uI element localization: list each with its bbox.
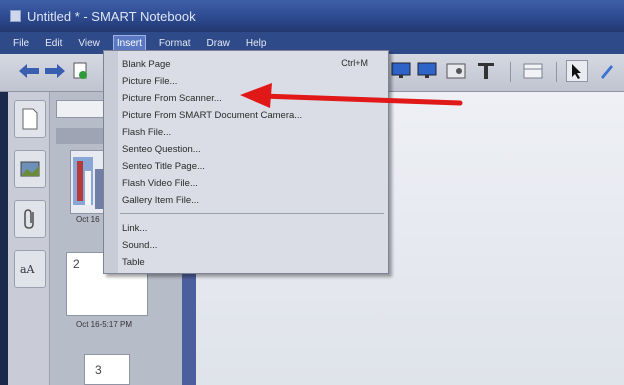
- menu-edit[interactable]: Edit: [42, 36, 65, 51]
- monitor-icon: [417, 62, 437, 78]
- menu-item-flash-video-file[interactable]: Flash Video File...: [122, 176, 198, 190]
- text-tool-icon: [478, 63, 494, 79]
- full-screen-button[interactable]: [416, 60, 438, 82]
- menu-item-label: Senteo Question...: [122, 143, 201, 155]
- add-page-icon: [73, 62, 87, 79]
- menu-item-label: Blank Page: [122, 58, 171, 70]
- window-title: Untitled * - SMART Notebook: [27, 8, 196, 24]
- menu-item-label: Picture From Scanner...: [122, 92, 222, 104]
- arrow-right-icon: [45, 64, 65, 78]
- menu-item-label: Picture File...: [122, 75, 178, 87]
- menu-help[interactable]: Help: [243, 36, 270, 51]
- menu-item-flash-file[interactable]: Flash File...: [122, 125, 171, 139]
- pen-icon: [601, 65, 613, 79]
- title-bar: Untitled * - SMART Notebook: [0, 0, 624, 32]
- gallery-tab[interactable]: [14, 150, 46, 188]
- page-number: 3: [95, 363, 102, 377]
- menu-view[interactable]: View: [75, 36, 103, 51]
- page-date-label: Oct 16: [76, 215, 100, 224]
- forward-button[interactable]: [44, 60, 66, 82]
- select-tool-button[interactable]: [566, 60, 588, 82]
- menu-item-table[interactable]: Table: [122, 255, 145, 269]
- menu-item-senteo-title-page[interactable]: Senteo Title Page...: [122, 159, 205, 173]
- menu-insert[interactable]: Insert: [112, 34, 146, 52]
- toolbar-separator: [556, 62, 557, 82]
- image-icon: [20, 161, 40, 177]
- menu-item-label: Link...: [122, 222, 148, 234]
- table-button[interactable]: [522, 60, 544, 82]
- paperclip-icon: [24, 209, 34, 229]
- menu-file[interactable]: File: [10, 36, 32, 51]
- menu-item-label: Table: [122, 256, 145, 268]
- arrow-left-icon: [19, 64, 39, 78]
- menu-item-picture-file[interactable]: Picture File...: [122, 74, 177, 88]
- menu-item-label: Senteo Title Page...: [122, 160, 205, 172]
- menu-item-label: Gallery Item File...: [122, 194, 200, 206]
- properties-icon: aA: [20, 263, 36, 276]
- menu-item-sound[interactable]: Sound...: [122, 238, 157, 252]
- table-icon: [523, 63, 543, 79]
- shortcut-label: Ctrl+M: [341, 58, 368, 68]
- pen-tool-button[interactable]: [596, 60, 618, 82]
- screen-shade-button[interactable]: [390, 60, 412, 82]
- properties-tab[interactable]: aA: [14, 250, 46, 288]
- page-sorter-tab[interactable]: [14, 100, 46, 138]
- menu-separator: [120, 213, 384, 214]
- menu-item-picture-from-camera[interactable]: Picture From SMART Document Camera...: [122, 108, 302, 122]
- menu-item-link[interactable]: Link...: [122, 221, 147, 235]
- page-number: 2: [73, 257, 80, 271]
- page-thumbnail-3[interactable]: 3: [84, 354, 130, 385]
- page-date-label: Oct 16-5:17 PM: [76, 320, 133, 329]
- insert-menu-dropdown: Blank Page Ctrl+M Picture File... Pictur…: [103, 50, 389, 274]
- menu-item-picture-from-scanner[interactable]: Picture From Scanner...: [122, 91, 222, 105]
- menu-item-label: Picture From SMART Document Camera...: [122, 109, 303, 121]
- svg-text:aA: aA: [20, 263, 36, 276]
- menu-item-senteo-question[interactable]: Senteo Question...: [122, 142, 201, 156]
- page-icon: [22, 108, 38, 130]
- menu-item-label: Flash File...: [122, 126, 172, 138]
- capture-button[interactable]: [445, 60, 467, 82]
- menu-item-label: Sound...: [122, 239, 158, 251]
- menu-gutter: [104, 51, 118, 273]
- attachments-tab[interactable]: [14, 200, 46, 238]
- menu-item-gallery-item-file[interactable]: Gallery Item File...: [122, 193, 199, 207]
- monitor-icon: [391, 62, 411, 78]
- menu-format[interactable]: Format: [156, 36, 194, 51]
- menu-item-blank-page[interactable]: Blank Page: [122, 57, 171, 71]
- add-page-button[interactable]: [70, 60, 92, 82]
- back-button[interactable]: [18, 60, 40, 82]
- camera-icon: [446, 63, 466, 79]
- pointer-icon: [572, 64, 581, 79]
- menu-draw[interactable]: Draw: [204, 36, 233, 51]
- text-button[interactable]: [475, 60, 497, 82]
- menu-item-label: Flash Video File...: [122, 177, 198, 189]
- toolbar-separator: [510, 62, 511, 82]
- side-tabs: aA: [8, 92, 50, 385]
- app-icon: [10, 10, 21, 22]
